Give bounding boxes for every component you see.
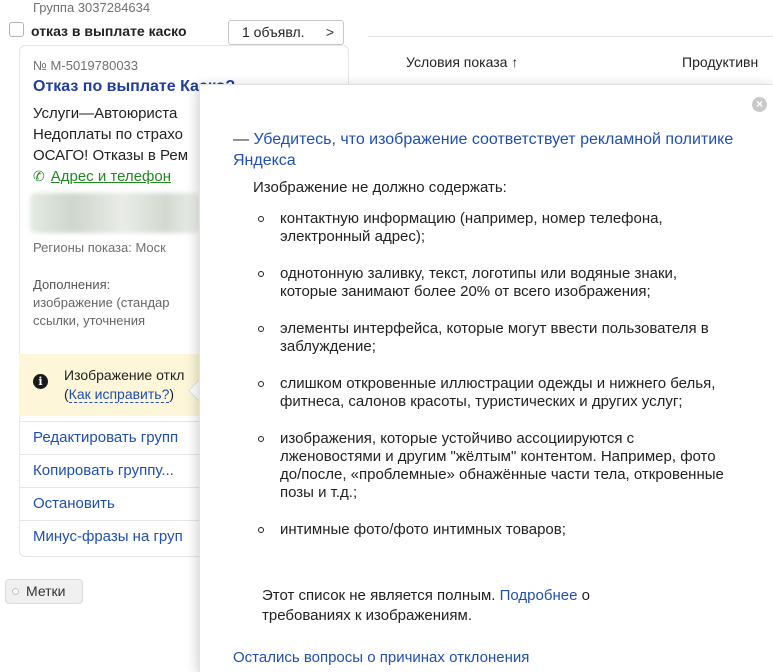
group-id: Группа 3037284634 <box>33 0 151 15</box>
list-item-text: однотонную заливку, текст, логотипы или … <box>280 265 678 300</box>
more-details-link[interactable]: Подробнее <box>500 587 578 604</box>
label-icon <box>12 588 19 595</box>
group-checkbox[interactable] <box>9 22 24 37</box>
ad-text-line: ОСАГО! Отказы в Рем <box>33 147 189 164</box>
chevron-right-icon: > <box>325 24 334 40</box>
popup-title[interactable]: — Убедитесь, что изображение соответству… <box>233 129 753 171</box>
list-item-text: слишком откровенные иллюстрации одежды и… <box>280 375 716 410</box>
popup-note: Этот список не является полным. Подробне… <box>262 586 682 626</box>
blurred-image-preview <box>30 193 200 233</box>
info-icon: i <box>33 374 48 389</box>
popup-intro: Изображение не должно содержать: <box>253 179 507 196</box>
phone-icon: ✆ <box>33 168 45 184</box>
bullet-icon <box>258 326 264 332</box>
ad-additions-label: Дополнения: <box>33 277 111 292</box>
close-icon[interactable]: × <box>752 97 767 112</box>
note-text: Этот список не является полным. <box>262 587 496 604</box>
ad-contacts[interactable]: ✆ Адрес и телефон <box>33 168 171 185</box>
ads-count-label: 1 объявл. <box>242 24 305 40</box>
list-item-text: контактную информацию (например, номер т… <box>280 210 663 245</box>
ad-contacts-label: Адрес и телефон <box>50 168 171 185</box>
list-item: элементы интерфейса, которые могут ввест… <box>256 320 726 356</box>
how-to-fix-link[interactable]: Как исправить? <box>68 386 170 403</box>
ad-text-line: Услуги—Автоюриста <box>33 105 178 122</box>
bullet-icon <box>258 271 264 277</box>
paren-close: ) <box>169 386 175 402</box>
list-item-text: элементы интерфейса, которые могут ввест… <box>280 320 709 355</box>
warning-text: Изображение откл <box>64 367 185 383</box>
bullet-icon <box>258 436 264 442</box>
warning-link-line: (Как исправить?) <box>64 386 175 403</box>
list-item: слишком откровенные иллюстрации одежды и… <box>256 375 726 411</box>
bullet-icon <box>258 216 264 222</box>
ad-text-line: Недоплаты по страхо <box>33 126 184 143</box>
questions-link[interactable]: Остались вопросы о причинах отклонения <box>233 649 529 666</box>
popup-title-text: Убедитесь, что изображение соответствует… <box>233 131 734 169</box>
list-item-text: интимные фото/фото интимных товаров; <box>280 521 566 538</box>
column-header-productivity[interactable]: Продуктивн <box>682 54 758 70</box>
group-name: отказ в выплате каско <box>31 23 187 39</box>
ad-number: № М-5019780033 <box>33 58 139 73</box>
bullet-icon <box>258 527 264 533</box>
list-item: контактную информацию (например, номер т… <box>256 210 726 246</box>
list-item: интимные фото/фото интимных товаров; <box>256 521 726 539</box>
ad-additions-line: изображение (стандар <box>33 295 170 310</box>
list-item: изображения, которые устойчиво ассоцииру… <box>256 430 726 502</box>
ad-additions-value: изображение (стандар ссылки, уточнения <box>33 294 203 330</box>
ad-additions-line: ссылки, уточнения <box>33 313 146 328</box>
labels-button-label: Метки <box>26 583 66 599</box>
list-item: однотонную заливку, текст, логотипы или … <box>256 265 726 301</box>
policy-list: контактную информацию (например, номер т… <box>256 210 726 558</box>
ad-regions: Регионы показа: Моск <box>33 240 166 255</box>
labels-button[interactable]: Метки <box>5 579 83 604</box>
bullet-icon <box>258 381 264 387</box>
ads-count-button[interactable]: 1 объявл. > <box>228 20 344 45</box>
paren-open: ( <box>64 386 69 402</box>
list-item-text: изображения, которые устойчиво ассоцииру… <box>280 430 724 501</box>
ad-text: Услуги—Автоюриста Недоплаты по страхо ОС… <box>33 103 203 166</box>
column-header-conditions[interactable]: Условия показа ↑ <box>406 54 518 70</box>
title-dash: — <box>233 131 254 148</box>
